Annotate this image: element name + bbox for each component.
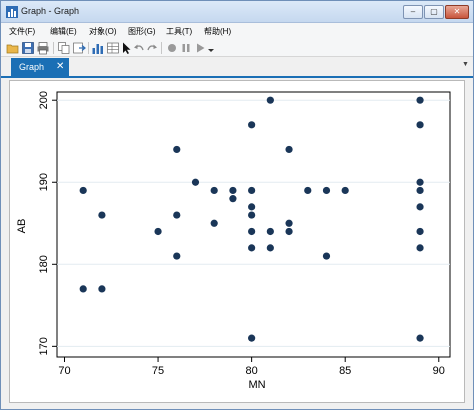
data-point [248, 334, 256, 342]
redo-icon[interactable] [145, 41, 159, 55]
toolbar [1, 39, 473, 57]
record-icon[interactable] [165, 41, 179, 55]
minimize-icon: – [410, 7, 416, 16]
data-point [416, 334, 424, 342]
data-point [416, 203, 424, 211]
data-point [341, 186, 349, 195]
data-point [210, 186, 218, 195]
y-axis-label: AB [16, 219, 28, 234]
data-point [322, 186, 331, 195]
maximize-button[interactable]: ▢ [424, 5, 444, 19]
maximize-icon: ▢ [430, 7, 438, 16]
menu-object[interactable]: 对象(O) [89, 26, 117, 37]
data-point [416, 178, 424, 186]
x-tick-label: 90 [433, 365, 445, 377]
data-point [416, 186, 424, 195]
x-tick-label: 75 [152, 365, 164, 377]
undo-icon[interactable] [132, 41, 146, 55]
open-icon[interactable] [6, 41, 20, 55]
toolbar-separator [53, 42, 54, 54]
menu-graph[interactable]: 图形(G) [128, 26, 156, 37]
close-window-button[interactable]: ✕ [445, 5, 469, 19]
data-point [191, 178, 200, 186]
y-tick-label: 180 [38, 255, 50, 273]
plot-region [56, 91, 451, 358]
data-point [98, 285, 106, 293]
export-icon[interactable] [72, 41, 86, 55]
tab-underline [1, 76, 473, 78]
y-tick-label: 170 [38, 337, 50, 355]
data-point [210, 219, 218, 227]
window-title: Graph - Graph [21, 6, 80, 16]
data-point [173, 252, 181, 260]
data-point [248, 211, 256, 219]
tab-list-dropdown-icon[interactable]: ▼ [462, 61, 469, 68]
data-point [266, 96, 274, 104]
data-point [248, 244, 256, 252]
y-tick-label: 190 [38, 173, 50, 191]
tab-graph-label: Graph [19, 62, 45, 72]
data-point [285, 145, 293, 154]
x-tick-label: 80 [246, 365, 258, 377]
data-point [416, 244, 424, 252]
data-point [285, 227, 293, 236]
print-icon[interactable] [36, 41, 50, 55]
menu-help[interactable]: 帮助(H) [204, 26, 231, 37]
data-point [266, 244, 274, 252]
graph-editor-icon[interactable] [91, 41, 105, 55]
data-point [248, 186, 256, 195]
menu-bar: 文件(F) 编辑(E) 对象(O) 图形(G) 工具(T) 帮助(H) [1, 23, 473, 39]
menu-tools[interactable]: 工具(T) [166, 26, 192, 37]
data-point [416, 121, 424, 129]
save-icon[interactable] [21, 41, 35, 55]
data-point [229, 186, 237, 195]
menu-file[interactable]: 文件(F) [9, 26, 35, 37]
graph-app-icon [6, 6, 18, 18]
data-point [248, 121, 256, 129]
toolbar-separator [88, 42, 89, 54]
data-point [173, 211, 181, 219]
data-point [79, 285, 87, 293]
data-point [322, 252, 331, 260]
tab-graph[interactable]: Graph ✕ [11, 58, 69, 77]
close-icon: ✕ [453, 7, 461, 16]
copy-icon[interactable] [57, 41, 71, 55]
graph-window: Graph - Graph – ▢ ✕ 文件(F) 编辑(E) 对象(O) 图形… [0, 0, 474, 410]
minimize-button[interactable]: – [403, 5, 423, 19]
data-point [304, 186, 312, 195]
data-point [266, 227, 274, 236]
graph-canvas[interactable]: 170 180 190 200 70 75 80 85 90 MN AB [9, 80, 465, 403]
data-point [173, 145, 181, 154]
data-point [229, 195, 237, 203]
data-point [154, 227, 162, 236]
dropdown-icon[interactable] [204, 41, 218, 55]
data-point [416, 227, 424, 236]
data-point [248, 203, 256, 211]
scatter-plot: 170 180 190 200 70 75 80 85 90 MN AB [16, 91, 451, 391]
data-point [248, 227, 256, 236]
data-table-icon[interactable] [106, 41, 120, 55]
toolbar-separator [161, 42, 162, 54]
data-point [98, 211, 106, 219]
data-point [416, 96, 424, 104]
x-axis-label: MN [248, 379, 265, 391]
x-tick-label: 70 [58, 365, 70, 377]
y-tick-label: 200 [38, 91, 50, 109]
tab-close-icon[interactable]: ✕ [56, 61, 64, 72]
pause-icon[interactable] [179, 41, 193, 55]
data-point [79, 186, 87, 195]
document-tab-strip: Graph ✕ [1, 57, 473, 77]
data-point [285, 219, 293, 227]
title-bar: Graph - Graph – ▢ ✕ [1, 1, 473, 23]
x-tick-label: 85 [339, 365, 351, 377]
menu-edit[interactable]: 编辑(E) [50, 26, 77, 37]
